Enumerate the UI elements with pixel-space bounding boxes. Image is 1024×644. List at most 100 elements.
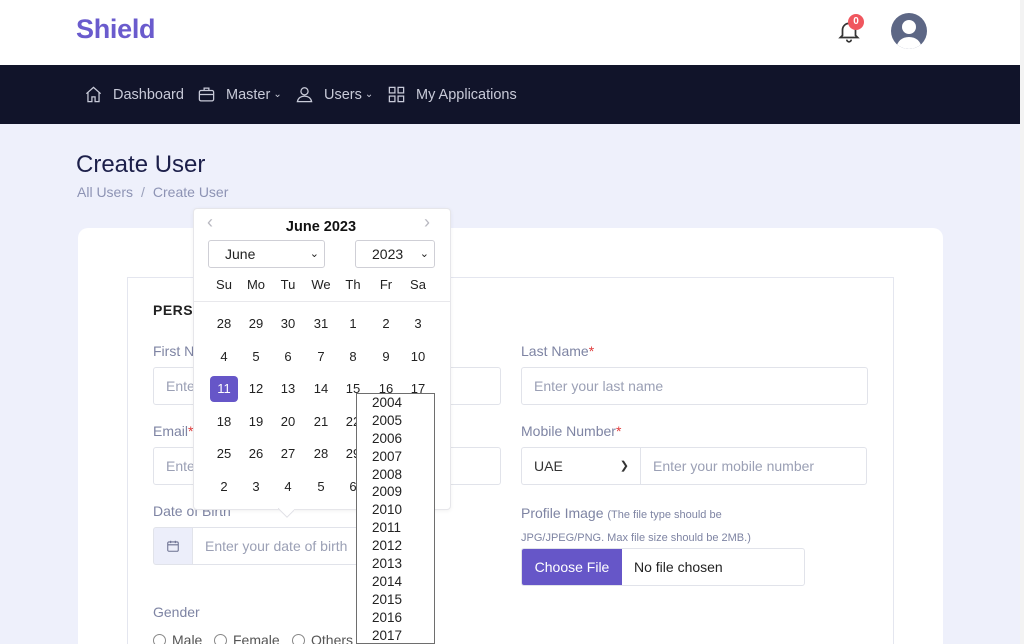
nav-label: Users bbox=[324, 86, 362, 103]
calendar-day[interactable]: 3 bbox=[404, 311, 432, 337]
nav-item-master[interactable]: Master ⌄ bbox=[197, 65, 282, 124]
calendar-day[interactable]: 7 bbox=[307, 344, 335, 370]
calendar-day[interactable]: 20 bbox=[274, 409, 302, 435]
calendar-day[interactable]: 25 bbox=[210, 441, 238, 467]
user-icon bbox=[296, 87, 313, 103]
datepicker-title: June 2023 bbox=[285, 219, 357, 235]
gender-radio-male[interactable]: Male bbox=[153, 632, 202, 644]
year-option[interactable]: 2011 bbox=[357, 519, 434, 537]
last-name-label-text: Last Name bbox=[521, 343, 589, 359]
radio-circle[interactable] bbox=[153, 633, 166, 644]
calendar-day[interactable]: 1 bbox=[339, 311, 367, 337]
datepicker-pointer bbox=[278, 508, 294, 518]
calendar-day[interactable]: 3 bbox=[242, 474, 270, 500]
email-label-text: Email bbox=[153, 423, 189, 439]
calendar-day[interactable]: 18 bbox=[210, 409, 238, 435]
weekday-label: Th bbox=[345, 277, 361, 292]
brand-logo[interactable]: Shield bbox=[76, 14, 156, 45]
calendar-day[interactable]: 13 bbox=[274, 376, 302, 402]
nav-item-users[interactable]: Users ⌄ bbox=[295, 65, 373, 124]
profile-image-label: Profile Image (The file type should be J… bbox=[521, 503, 861, 549]
dob-input[interactable]: Enter your date of birth bbox=[192, 527, 357, 565]
year-option[interactable]: 2016 bbox=[357, 609, 434, 627]
avatar[interactable] bbox=[891, 13, 927, 49]
year-option[interactable]: 2007 bbox=[357, 448, 434, 466]
nav-item-dashboard[interactable]: Dashboard bbox=[84, 65, 184, 124]
main-nav: Dashboard Master ⌄ Users ⌄ My Applications bbox=[0, 65, 1020, 124]
year-option[interactable]: 2006 bbox=[357, 430, 434, 448]
mobile-input[interactable]: Enter your mobile number bbox=[640, 447, 867, 485]
last-name-input[interactable]: Enter your last name bbox=[521, 367, 868, 405]
calendar-day[interactable]: 5 bbox=[242, 344, 270, 370]
breadcrumb: All Users / Create User bbox=[77, 184, 228, 200]
weekday-label: Mo bbox=[246, 277, 266, 292]
home-icon bbox=[85, 86, 102, 103]
mobile-label: Mobile Number* bbox=[521, 423, 621, 439]
year-option[interactable]: 2005 bbox=[357, 412, 434, 430]
calendar-day[interactable]: 26 bbox=[242, 441, 270, 467]
calendar-day[interactable]: 2 bbox=[210, 474, 238, 500]
radio-label: Female bbox=[233, 632, 280, 644]
choose-file-button[interactable]: Choose File bbox=[522, 549, 622, 585]
profile-image-file-input[interactable]: Choose File No file chosen bbox=[521, 548, 805, 586]
calendar-day[interactable]: 4 bbox=[274, 474, 302, 500]
year-option[interactable]: 2010 bbox=[357, 501, 434, 519]
calendar-day[interactable]: 4 bbox=[210, 344, 238, 370]
weekday-label: Su bbox=[216, 277, 232, 292]
calendar-day[interactable]: 28 bbox=[210, 311, 238, 337]
year-option[interactable]: 2009 bbox=[357, 483, 434, 501]
calendar-day[interactable]: 31 bbox=[307, 311, 335, 337]
month-select[interactable]: June ⌄ bbox=[208, 240, 325, 268]
calendar-day[interactable]: 21 bbox=[307, 409, 335, 435]
dob-calendar-addon[interactable] bbox=[153, 527, 193, 565]
calendar-icon bbox=[167, 540, 179, 552]
calendar-day[interactable]: 8 bbox=[339, 344, 367, 370]
calendar-day[interactable]: 5 bbox=[307, 474, 335, 500]
radio-circle[interactable] bbox=[292, 633, 305, 644]
year-select[interactable]: 2023 ⌄ bbox=[355, 240, 435, 268]
calendar-day[interactable]: 29 bbox=[242, 311, 270, 337]
calendar-day[interactable]: 14 bbox=[307, 376, 335, 402]
year-dropdown-list[interactable]: 2004 2005 2006 2007 2008 2009 2010 2011 2012 2013… bbox=[356, 393, 435, 644]
required-mark: * bbox=[615, 423, 622, 439]
calendar-day[interactable]: 11 bbox=[210, 376, 238, 402]
datepicker-divider bbox=[194, 301, 450, 302]
calendar-day[interactable]: 9 bbox=[372, 344, 400, 370]
user-avatar-icon bbox=[896, 20, 922, 49]
year-option[interactable]: 2014 bbox=[357, 573, 434, 591]
weekday-label: Tu bbox=[280, 277, 296, 292]
year-option[interactable]: 2012 bbox=[357, 537, 434, 555]
chevron-down-icon: ❯ bbox=[619, 460, 629, 472]
gender-radio-others[interactable]: Others bbox=[292, 632, 353, 644]
briefcase-icon bbox=[198, 87, 215, 102]
calendar-day[interactable]: 10 bbox=[404, 344, 432, 370]
gender-radio-female[interactable]: Female bbox=[214, 632, 280, 644]
year-option[interactable]: 2013 bbox=[357, 555, 434, 573]
year-option[interactable]: 2004 bbox=[357, 394, 434, 412]
calendar-day[interactable]: 12 bbox=[242, 376, 270, 402]
calendar-day[interactable]: 2 bbox=[372, 311, 400, 337]
year-option[interactable]: 2008 bbox=[357, 466, 434, 484]
year-select-value: 2023 bbox=[372, 246, 404, 262]
year-option[interactable]: 2015 bbox=[357, 591, 434, 609]
radio-circle[interactable] bbox=[214, 633, 227, 644]
breadcrumb-separator: / bbox=[141, 184, 145, 200]
weekday-label: We bbox=[311, 277, 331, 292]
chevron-down-icon: ⌄ bbox=[419, 248, 429, 260]
year-option[interactable]: 2017 bbox=[357, 627, 434, 644]
calendar-day[interactable]: 30 bbox=[274, 311, 302, 337]
weekday-label: Sa bbox=[410, 277, 426, 292]
page-scrollbar[interactable] bbox=[1020, 0, 1024, 644]
calendar-day[interactable]: 6 bbox=[274, 344, 302, 370]
calendar-day[interactable]: 27 bbox=[274, 441, 302, 467]
chevron-down-icon: ⌄ bbox=[273, 89, 282, 100]
notification-badge: 0 bbox=[848, 14, 864, 30]
calendar-day[interactable]: 19 bbox=[242, 409, 270, 435]
breadcrumb-link-all-users[interactable]: All Users bbox=[77, 184, 133, 200]
calendar-day[interactable]: 28 bbox=[307, 441, 335, 467]
country-code-select[interactable]: UAE ❯ bbox=[521, 447, 641, 485]
nav-label: Master bbox=[226, 86, 271, 103]
nav-item-my-applications[interactable]: My Applications bbox=[387, 65, 517, 124]
profile-image-hint-2: JPG/JPEG/PNG. Max file size should be 2M… bbox=[521, 532, 751, 544]
chevron-down-icon: ⌄ bbox=[309, 248, 319, 260]
